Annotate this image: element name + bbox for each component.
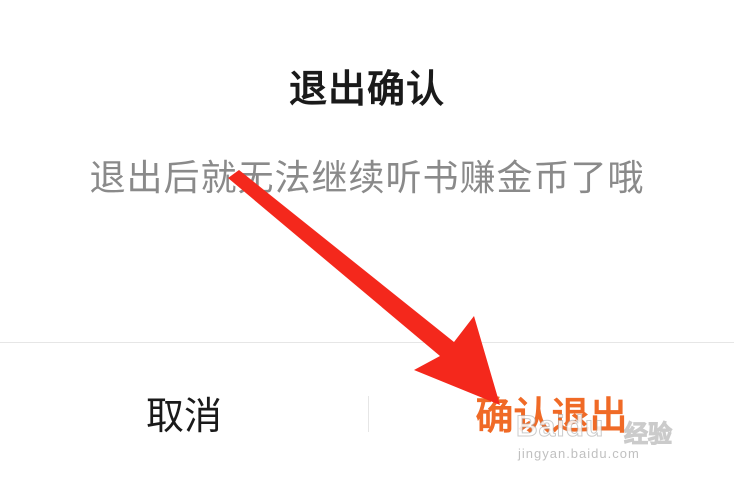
confirm-exit-button[interactable]: 确认退出 (369, 343, 734, 482)
exit-confirm-dialog: 退出确认 退出后就无法继续听书赚金币了哦 取消 确认退出 Baidu 经验 ji… (0, 0, 734, 482)
cancel-button[interactable]: 取消 (0, 343, 368, 482)
dialog-message: 退出后就无法继续听书赚金币了哦 (89, 158, 645, 199)
dialog-title: 退出确认 (288, 67, 445, 111)
